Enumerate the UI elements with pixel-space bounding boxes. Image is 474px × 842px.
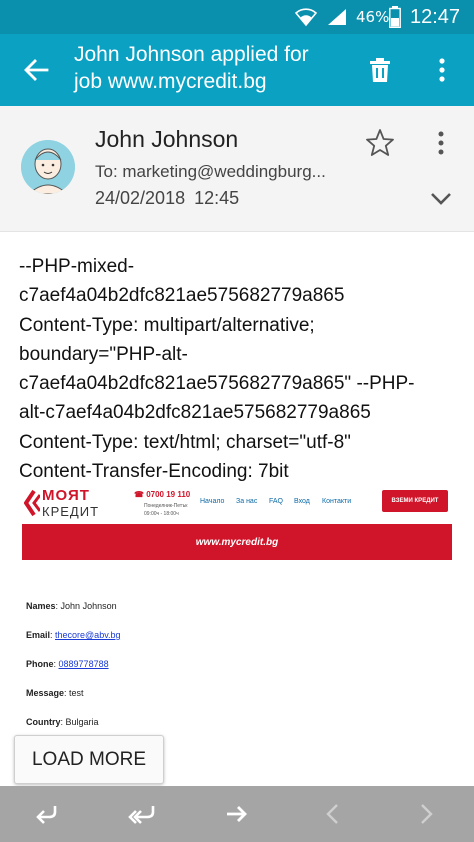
raw-line: boundary="PHP-alt-	[19, 343, 188, 365]
field-country: Country: Bulgaria	[26, 717, 99, 727]
logo-mark-icon	[24, 489, 40, 517]
wifi-icon	[294, 0, 320, 34]
raw-line: c7aef4a04b2dfc821ae575682779a865" --PHP-	[19, 373, 415, 395]
phone-number-text: 0700 19 110	[146, 490, 191, 499]
field-label: Names	[26, 601, 56, 611]
nav-link-faq[interactable]: FAQ	[269, 498, 283, 505]
subject-title: John Johnson applied for job www.mycredi…	[74, 43, 309, 93]
field-message: Message: test	[26, 688, 84, 698]
app-bar: John Johnson applied for job www.mycredi…	[0, 34, 474, 106]
mycredit-logo[interactable]: МОЯТ КРЕДИТ	[24, 487, 134, 521]
status-bar: 46% 12:47	[0, 0, 474, 34]
field-label: Country	[26, 717, 61, 727]
logo-text-top: МОЯТ	[42, 487, 90, 504]
site-banner[interactable]: www.mycredit.bg	[22, 524, 452, 560]
battery-icon	[389, 0, 403, 34]
field-value: test	[69, 688, 84, 698]
delete-button[interactable]	[362, 52, 398, 88]
email-header: John Johnson To: marketing@weddingburg..…	[0, 106, 474, 232]
field-label: Phone	[26, 659, 54, 669]
forward-button[interactable]	[207, 786, 267, 842]
more-vert-icon	[439, 58, 445, 82]
chevron-right-icon	[421, 804, 433, 824]
forward-icon	[227, 806, 247, 822]
get-credit-button[interactable]: ВЗЕМИ КРЕДИТ	[382, 490, 448, 512]
expand-details-button[interactable]	[426, 184, 456, 214]
clock: 12:47	[410, 5, 461, 28]
raw-line: c7aef4a04b2dfc821ae575682779a865	[19, 285, 345, 307]
field-names: Names: John Johnson	[26, 601, 117, 611]
reply-all-icon	[128, 806, 155, 824]
more-vert-icon	[438, 131, 444, 155]
battery-percent: 46%	[356, 8, 390, 26]
chevron-left-icon	[326, 804, 338, 824]
email-link[interactable]: thecore@abv.bg	[55, 630, 121, 640]
date-line: 24/02/2018 12:45	[95, 188, 239, 209]
raw-line: Content-Transfer-Encoding: 7bit	[19, 461, 289, 483]
load-more-button[interactable]: LOAD MORE	[14, 735, 164, 784]
previous-email-button[interactable]	[302, 786, 362, 842]
field-label: Message	[26, 688, 65, 698]
avatar[interactable]	[21, 140, 75, 194]
nav-link-contacts[interactable]: Контакти	[322, 498, 351, 505]
sender-name: John Johnson	[95, 126, 239, 152]
next-email-button[interactable]	[397, 786, 457, 842]
raw-line: alt-c7aef4a04b2dfc821ae575682779a865	[19, 402, 371, 424]
phone-number[interactable]: ☎ 0700 19 110	[134, 490, 190, 499]
trash-icon	[370, 58, 390, 82]
reply-all-button[interactable]	[112, 786, 172, 842]
field-phone: Phone: 0889778788	[26, 659, 109, 669]
nav-link-home[interactable]: Начало	[200, 498, 224, 505]
chevron-down-icon	[431, 193, 451, 205]
raw-line: Content-Type: text/html; charset="utf-8"	[19, 431, 351, 453]
logo-text-bottom: КРЕДИТ	[42, 504, 100, 519]
reply-icon	[36, 806, 57, 824]
email-time: 12:45	[194, 188, 240, 208]
newsletter-header: МОЯТ КРЕДИТ ☎ 0700 19 110 Понеделник-Пет…	[22, 484, 452, 524]
working-days: Понеделник-Петък	[144, 503, 188, 509]
field-label: Email	[26, 630, 51, 640]
back-button[interactable]	[18, 52, 54, 88]
raw-line: --PHP-mixed-	[19, 256, 135, 277]
phone-link[interactable]: 0889778788	[59, 659, 109, 669]
header-more-button[interactable]	[428, 128, 454, 158]
star-button[interactable]	[365, 128, 395, 158]
recipient-line[interactable]: To: marketing@weddingburg...	[95, 162, 345, 182]
field-value: Bulgaria	[65, 717, 99, 727]
arrow-left-icon	[24, 59, 49, 81]
raw-line: Content-Type: multipart/alternative;	[19, 314, 315, 336]
star-outline-icon	[366, 129, 394, 156]
reply-button[interactable]	[17, 786, 77, 842]
person-avatar-icon	[21, 140, 75, 194]
more-options-button[interactable]	[424, 52, 460, 88]
nav-link-login[interactable]: Вход	[294, 498, 310, 505]
field-email: Email: thecore@abv.bg	[26, 630, 121, 640]
nav-link-about[interactable]: За нас	[236, 498, 257, 505]
bottom-action-bar	[0, 786, 474, 842]
working-hours: 09:00ч - 18:00ч	[144, 511, 179, 517]
newsletter-block: МОЯТ КРЕДИТ ☎ 0700 19 110 Понеделник-Пет…	[22, 484, 452, 560]
signal-icon	[326, 0, 350, 34]
field-value: John Johnson	[60, 601, 117, 611]
raw-mime-text: --PHP-mixed- c7aef4a04b2dfc821ae57568277…	[19, 252, 459, 486]
email-date: 24/02/2018	[95, 188, 186, 208]
